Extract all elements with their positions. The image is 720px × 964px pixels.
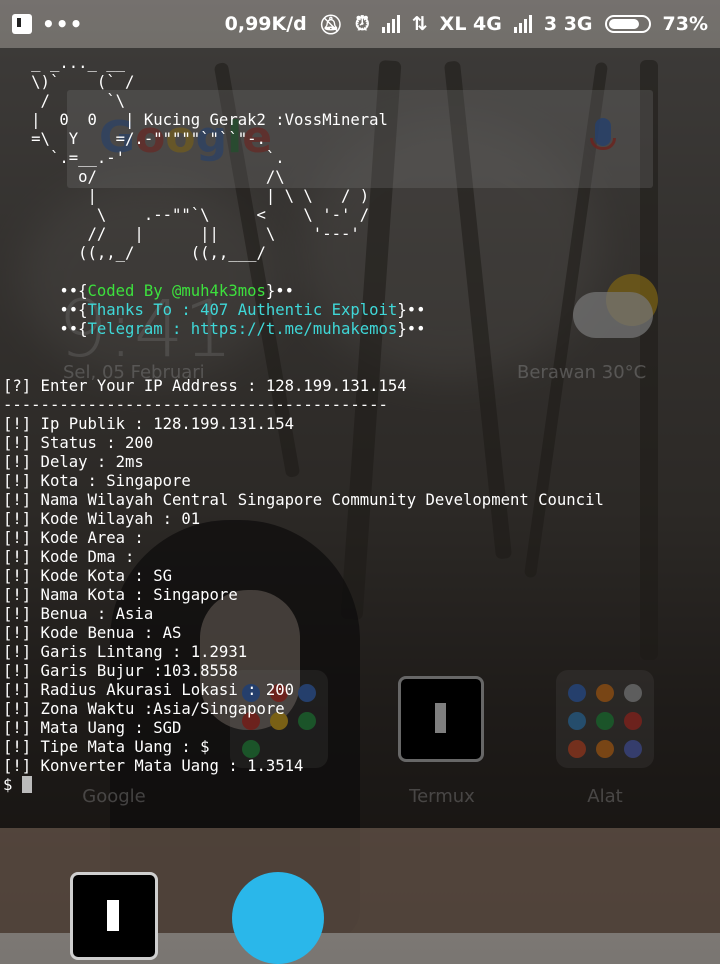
silent-icon: 🔕︎ [318,13,343,36]
result-line: [!] Nama Kota : Singapore [3,586,238,604]
carrier-1: XL 4G [439,13,502,35]
ascii-banner-line: o/ /\ [3,168,285,186]
termux-dock-icon[interactable] [70,872,158,960]
result-line: [!] Kode Area : [3,529,144,547]
ascii-banner-line: \ .--""`\ < \ '-' / [3,206,370,224]
status-bar: ••• 0,99K/d 🔕︎ ⏰︎ ⇅ XL 4G 3 3G 73% [0,0,720,48]
result-line: [!] Kode Benua : AS [3,624,182,642]
result-line: [!] Delay : 2ms [3,453,144,471]
result-line: [!] Garis Lintang : 1.2931 [3,643,248,661]
ascii-banner-line: ((,,_/ ((,,___/ [3,244,266,262]
ascii-banner-line: _ _..._ __ [3,54,126,72]
more-notifications-icon: ••• [42,12,84,36]
result-line: [!] Kode Kota : SG [3,567,172,585]
result-line: [!] Radius Akurasi Lokasi : 200 [3,681,295,699]
result-line: [!] Kota : Singapore [3,472,191,490]
credit-line: ••{Thanks To : 407 Authentic Exploit}•• [3,301,426,319]
result-line: [!] Zona Waktu :Asia/Singapore [3,700,285,718]
ascii-banner-line: | | \ \ / ) [3,187,370,205]
network-speed: 0,99K/d [224,13,307,35]
result-line: [!] Kode Dma : [3,548,135,566]
ascii-banner-line: / `\ [3,92,126,110]
credit-line: ••{Telegram : https://t.me/muhakemos}•• [3,320,426,338]
result-line: [!] Kode Wilayah : 01 [3,510,201,528]
ip-prompt-line: [?] Enter Your IP Address : 128.199.131.… [3,377,407,395]
ascii-banner-line: `.=__.-' `. [3,149,285,167]
ascii-banner-line: // | || \ '---' [3,225,360,243]
result-line: [!] Benua : Asia [3,605,154,623]
result-line: [!] Mata Uang : SGD [3,719,182,737]
ascii-banner-line: =\ Y =/.-"""""`"``"-. [3,130,266,148]
battery-icon [604,15,651,33]
alarm-icon: ⏰︎ [354,13,370,35]
result-line: [!] Tipe Mata Uang : $ [3,738,210,756]
ascii-banner-line: | 0 0 | Kucing Gerak2 :VossMineral [3,111,388,129]
terminal-cursor [21,776,32,793]
ascii-banner-line: \)` (` / [3,73,135,91]
credit-line: ••{Coded By @muh4k3mos}•• [3,282,295,300]
termux-notification-icon [12,14,32,34]
shell-prompt: $ [3,776,32,795]
result-line: [!] Nama Wilayah Central Singapore Commu… [3,491,604,509]
termux-terminal[interactable]: _ _..._ __ \)` (` / / `\ | 0 0 | Kucing … [0,48,720,828]
data-transfer-icon: ⇅ [411,13,428,35]
carrier-2: 3 3G [543,13,593,35]
separator-line: ----------------------------------------… [3,396,388,414]
battery-level: 73% [662,13,708,35]
result-line: [!] Garis Bujur :103.8558 [3,662,238,680]
signal-icon [381,15,400,33]
result-line: [!] Konverter Mata Uang : 1.3514 [3,757,304,775]
signal-2-icon [513,15,532,33]
result-line: [!] Status : 200 [3,434,154,452]
result-line: [!] Ip Publik : 128.199.131.154 [3,415,295,433]
browser-dock-icon[interactable] [232,872,324,964]
